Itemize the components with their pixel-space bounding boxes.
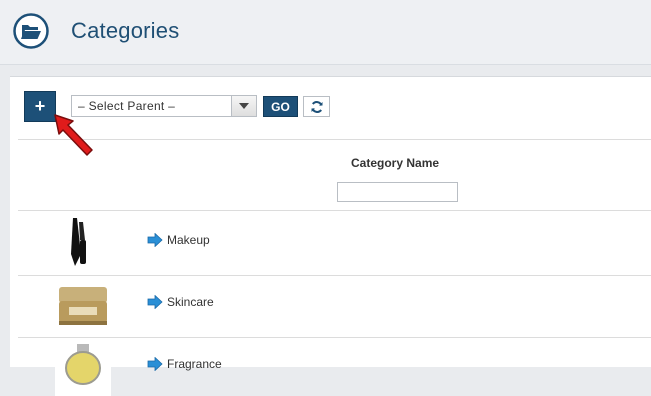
chevron-down-icon[interactable]	[231, 96, 256, 116]
column-header-category-name: Category Name	[351, 156, 440, 170]
refresh-button[interactable]	[303, 96, 330, 117]
arrow-right-icon	[147, 357, 163, 371]
parent-select[interactable]: – Select Parent –	[71, 95, 257, 117]
arrow-right-icon	[147, 233, 163, 247]
folder-open-icon	[13, 13, 49, 49]
annotation-arrow-icon	[54, 114, 93, 156]
list-item[interactable]: Makeup	[147, 233, 210, 247]
refresh-icon	[311, 100, 322, 113]
page-header: Categories	[0, 0, 651, 65]
skincare-thumbnail	[55, 279, 111, 335]
list-item[interactable]: Fragrance	[147, 357, 222, 371]
table-divider	[18, 139, 651, 140]
fragrance-thumbnail	[55, 340, 111, 396]
category-label[interactable]: Skincare	[167, 295, 214, 309]
page-title: Categories	[71, 18, 180, 43]
category-name-filter-input[interactable]	[337, 182, 458, 202]
category-label[interactable]: Makeup	[167, 233, 210, 247]
list-item[interactable]: Skincare	[147, 295, 214, 309]
arrow-right-icon	[147, 295, 163, 309]
table-row-divider	[18, 275, 651, 276]
table-row-divider	[18, 337, 651, 338]
category-label[interactable]: Fragrance	[167, 357, 222, 371]
parent-select-value: – Select Parent –	[78, 99, 176, 113]
go-button[interactable]: GO	[263, 96, 298, 117]
table-divider	[18, 210, 651, 211]
makeup-thumbnail	[55, 214, 111, 270]
